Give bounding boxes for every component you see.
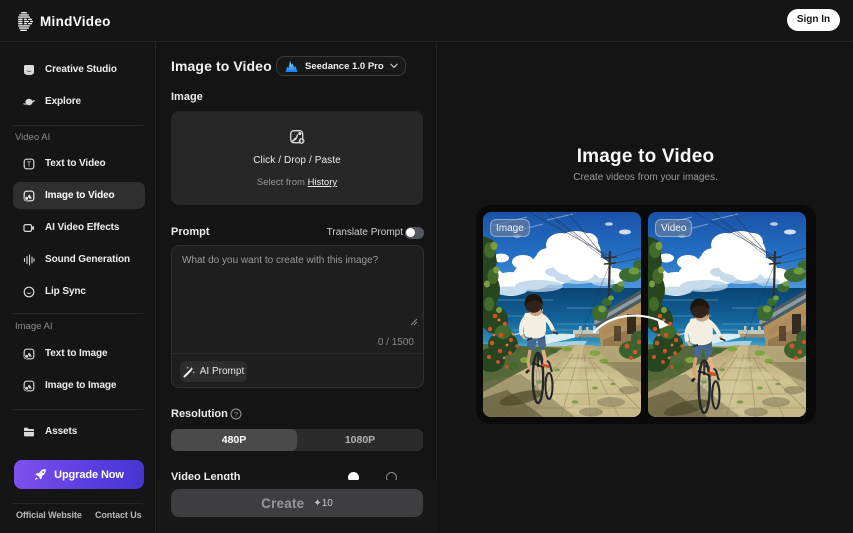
svg-text:?: ? bbox=[234, 410, 238, 419]
svg-text:T: T bbox=[27, 161, 32, 168]
